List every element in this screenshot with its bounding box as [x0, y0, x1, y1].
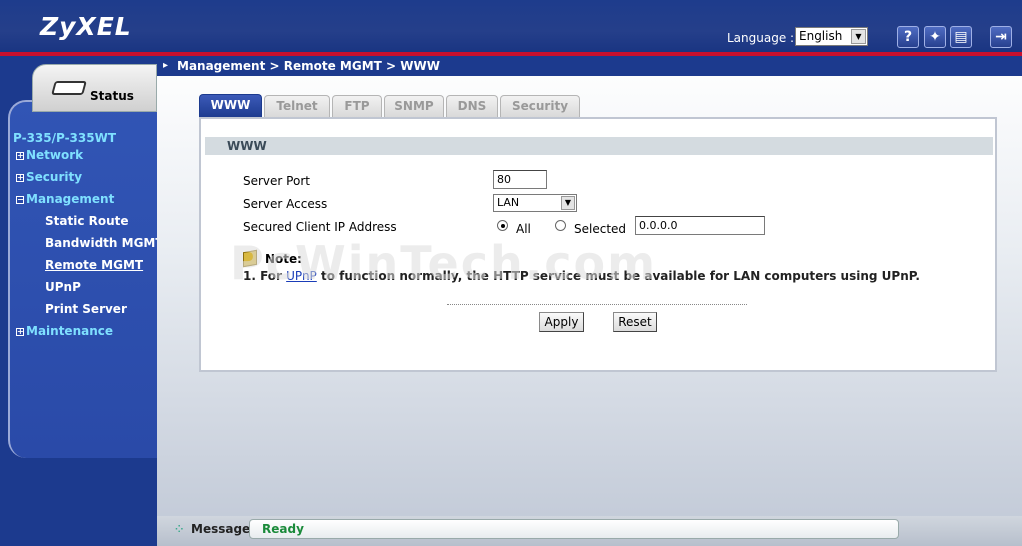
collapse-icon: − [16, 195, 24, 204]
content-panel: WWW Server Port Server Access LAN ▼ Secu… [199, 117, 997, 372]
expand-icon: + [16, 327, 24, 336]
secured-ip-label: Secured Client IP Address [243, 220, 397, 234]
chevron-down-icon: ▼ [851, 29, 866, 44]
message-label: Message [191, 522, 251, 536]
section-title: WWW [205, 137, 993, 155]
sidebar: Status P-335/P-335WT + Network + Security … [0, 56, 157, 546]
tab-ftp[interactable]: FTP [332, 95, 382, 117]
wizard-icon[interactable]: ✦ [924, 26, 946, 48]
sidebar-item-network[interactable]: + Network [16, 148, 83, 162]
chevron-down-icon: ▼ [561, 196, 575, 210]
help-icon[interactable]: ? [897, 26, 919, 48]
status-tab[interactable]: Status [32, 64, 157, 112]
radio-all[interactable] [497, 220, 508, 231]
note-text: 1. For UPnP to function normally, the HT… [243, 269, 920, 283]
sidebar-item-static-route[interactable]: Static Route [45, 214, 129, 228]
apply-button[interactable]: Apply [539, 312, 584, 332]
breadcrumb: ▸ Management > Remote MGMT > WWW [157, 56, 1022, 76]
tab-www[interactable]: WWW [199, 94, 262, 118]
server-port-label: Server Port [243, 174, 310, 188]
router-icon [51, 81, 87, 95]
main-area: ▸ Management > Remote MGMT > WWW WWW Tel… [157, 56, 1022, 546]
language-select[interactable]: English ▼ [795, 27, 868, 46]
server-access-label: Server Access [243, 197, 328, 211]
tab-security[interactable]: Security [500, 95, 580, 117]
server-access-select[interactable]: LAN ▼ [493, 194, 577, 212]
divider [447, 304, 747, 305]
sidebar-item-remote-mgmt[interactable]: Remote MGMT [45, 258, 143, 272]
tab-telnet[interactable]: Telnet [264, 95, 330, 117]
upnp-link[interactable]: UPnP [286, 269, 317, 283]
server-port-input[interactable] [493, 170, 547, 189]
radio-all-label: All [516, 222, 531, 236]
language-label: Language : [727, 31, 795, 45]
sidebar-item-bandwidth-mgmt[interactable]: Bandwidth MGMT [45, 236, 157, 250]
message-field: Ready [249, 519, 899, 539]
breadcrumb-arrow-icon: ▸ [163, 60, 169, 71]
note-title: Note: [265, 252, 302, 266]
note-icon [243, 249, 257, 268]
sidebar-item-management[interactable]: − Management [16, 192, 114, 206]
sidebar-item-upnp[interactable]: UPnP [45, 280, 81, 294]
breadcrumb-text: Management > Remote MGMT > WWW [177, 59, 440, 73]
status-label: Status [90, 89, 134, 103]
radio-selected-label: Selected [574, 222, 627, 236]
tab-snmp[interactable]: SNMP [384, 95, 444, 117]
server-access-value: LAN [497, 196, 520, 209]
expand-icon: + [16, 173, 24, 182]
sidebar-item-maintenance[interactable]: + Maintenance [16, 324, 113, 338]
message-bar: ⁘ Message Ready [157, 516, 1022, 546]
zyxel-logo: ZyXEL [40, 12, 132, 41]
model-name: P-335/P-335WT [13, 131, 117, 145]
reset-button[interactable]: Reset [613, 312, 657, 332]
secured-ip-input[interactable] [635, 216, 765, 235]
header-bar: ZyXEL Language : English ▼ ? ✦ ▤ ⇥ [0, 0, 1022, 52]
logout-icon[interactable]: ⇥ [990, 26, 1012, 48]
sidebar-item-security[interactable]: + Security [16, 170, 82, 184]
sidebar-item-print-server[interactable]: Print Server [45, 302, 127, 316]
radio-selected[interactable] [555, 220, 566, 231]
expand-icon: + [16, 151, 24, 160]
tab-dns[interactable]: DNS [446, 95, 498, 117]
message-dots-icon: ⁘ [175, 524, 184, 535]
logs-icon[interactable]: ▤ [950, 26, 972, 48]
language-value: English [799, 29, 843, 43]
